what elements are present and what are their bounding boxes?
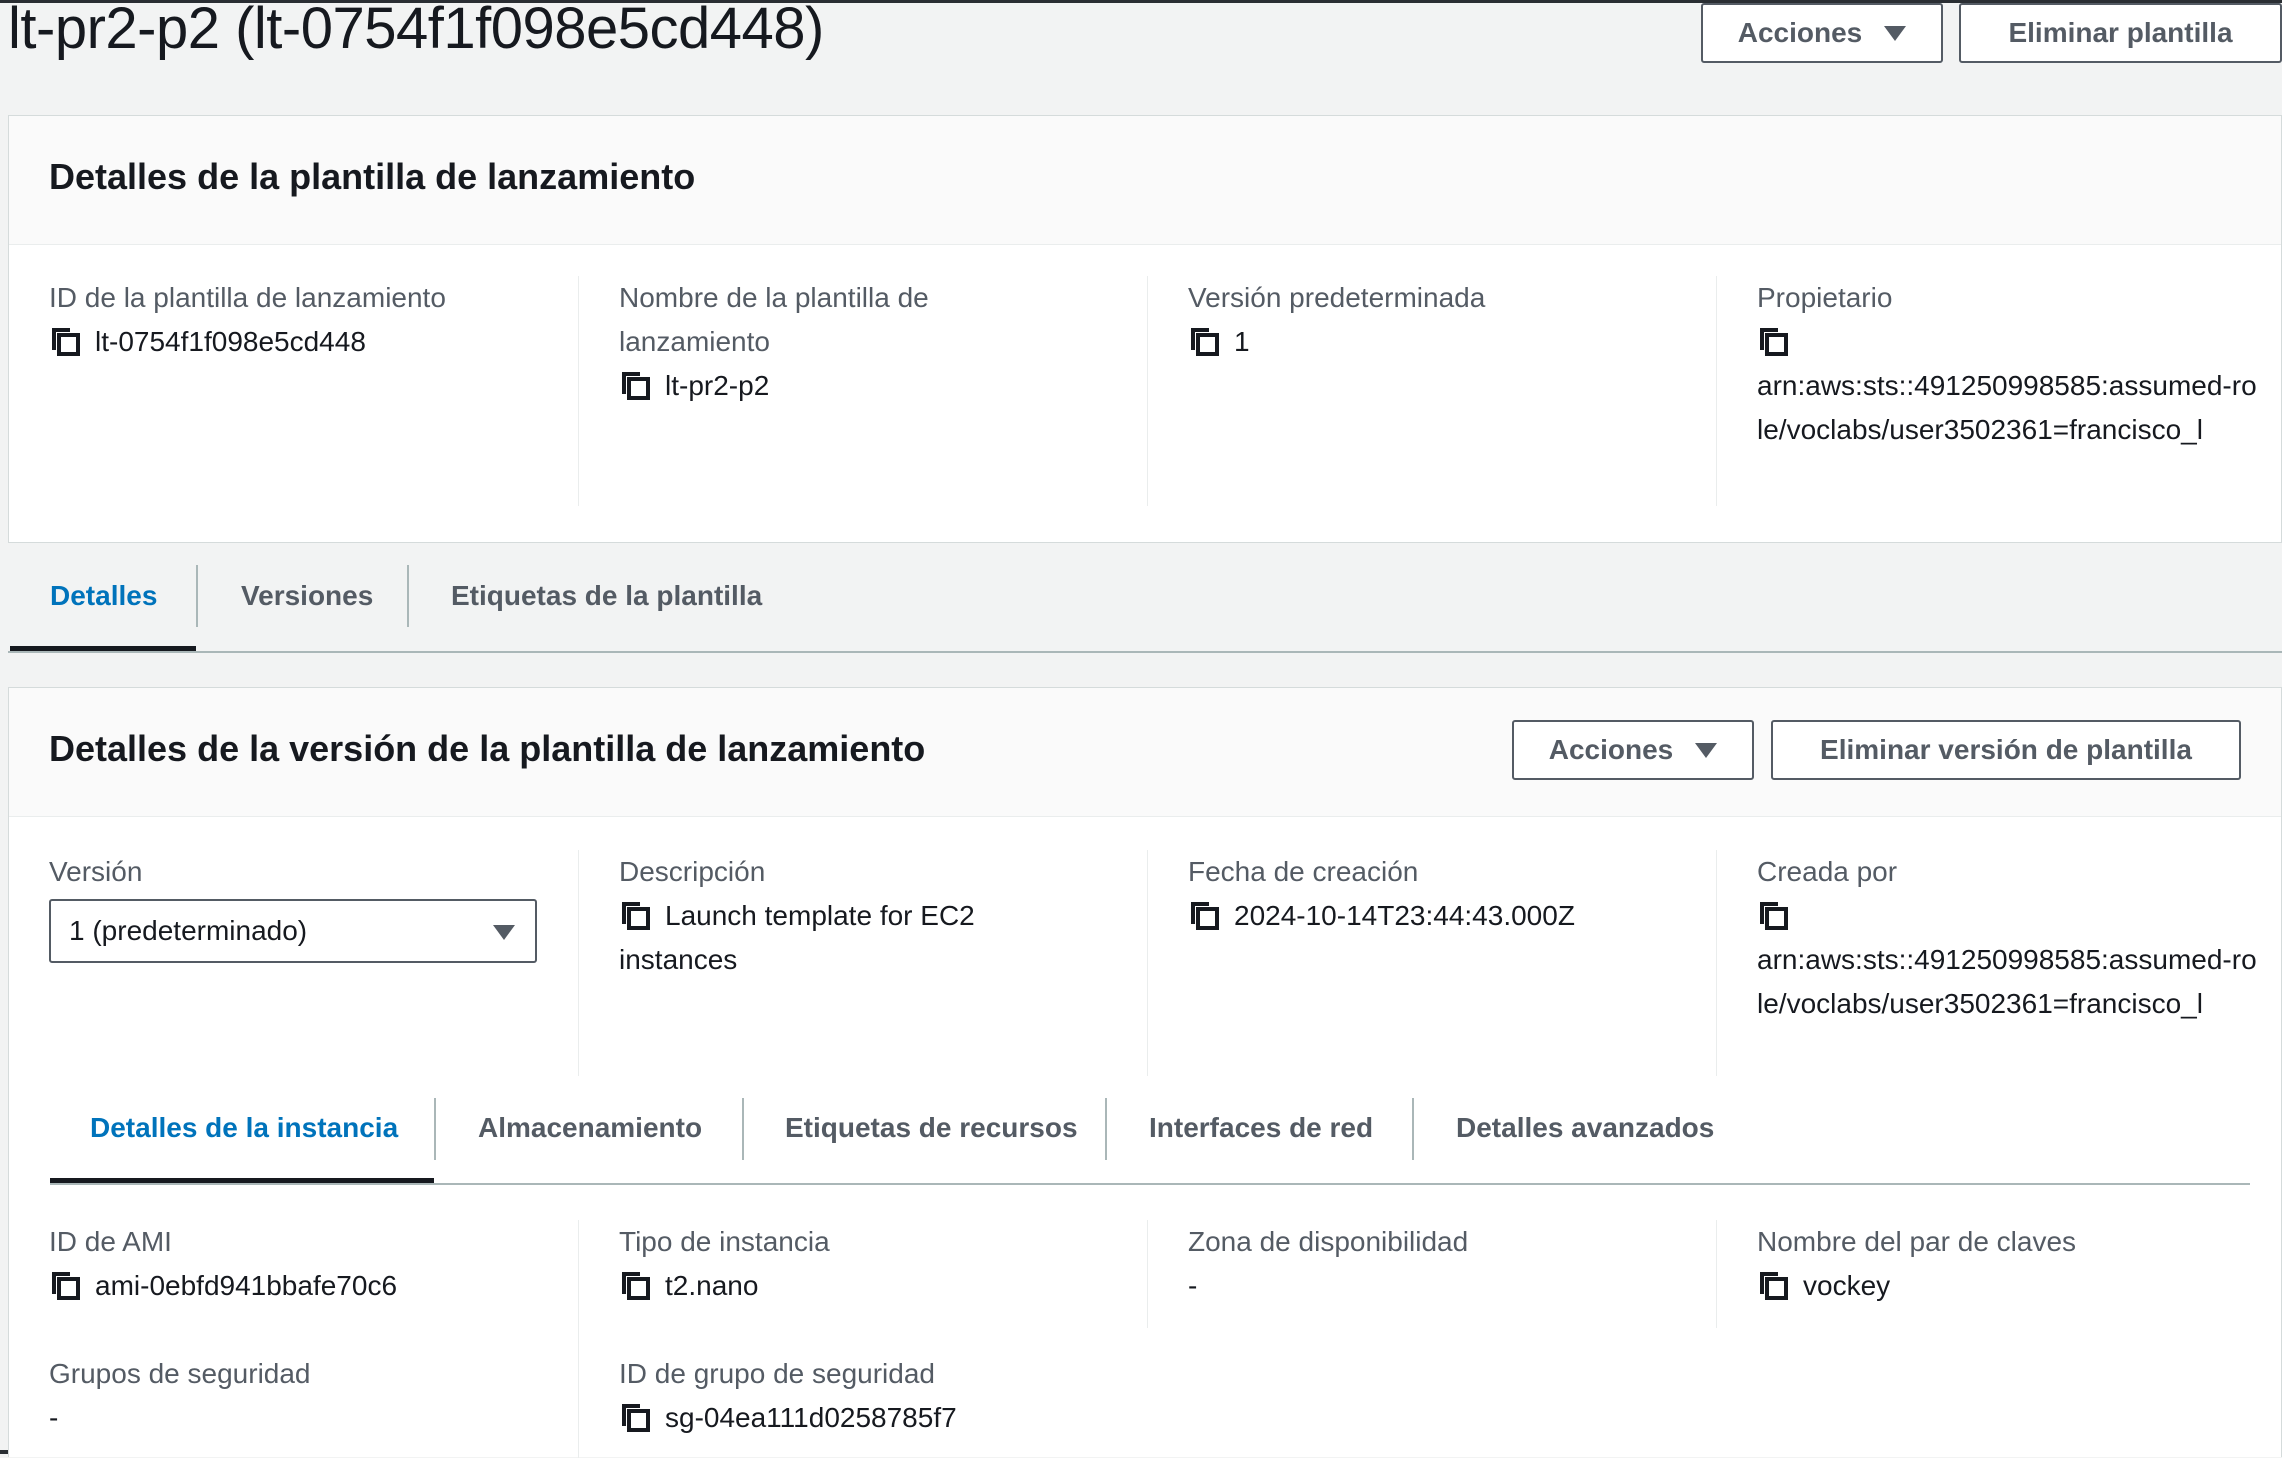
delete-version-label: Eliminar versión de plantilla [1820, 734, 2192, 765]
field-label: Propietario [1757, 282, 1893, 313]
copy-icon[interactable] [1188, 899, 1220, 931]
field-default-version: Versión predeterminada 1 [1188, 276, 1708, 364]
field-value: ami-0ebfd941bbafe70c6 [95, 1270, 398, 1301]
delete-template-button[interactable]: Eliminar plantilla [1959, 3, 2282, 63]
field-label: Grupos de seguridad [49, 1358, 311, 1389]
tab-etiquetas-plantilla[interactable]: Etiquetas de la plantilla [451, 580, 762, 612]
column-divider [1716, 850, 1717, 1076]
field-label: Zona de disponibilidad [1188, 1226, 1469, 1257]
field-instance-type: Tipo de instancia t2.nano [619, 1220, 1139, 1308]
page-title: lt-pr2-p2 (lt-0754f1f098e5cd448) [8, 0, 824, 61]
version-select[interactable]: 1 (predeterminado) [49, 899, 537, 963]
column-divider [1147, 1220, 1148, 1328]
version-details-panel: Detalles de la versión de la plantilla d… [8, 687, 2282, 1458]
actions-label: Acciones [1548, 734, 1674, 765]
field-security-groups: Grupos de seguridad - [49, 1352, 569, 1440]
tab-interfaces-red[interactable]: Interfaces de red [1149, 1112, 1373, 1144]
delete-template-label: Eliminar plantilla [2008, 17, 2233, 48]
field-value: t2.nano [665, 1270, 759, 1301]
caret-down-icon [493, 925, 515, 940]
field-label: Creada por [1757, 856, 1898, 887]
field-value: 2024-10-14T23:44:43.000Z [1234, 900, 1575, 931]
version-actions-dropdown-button[interactable]: Acciones [1512, 720, 1754, 780]
field-value: lt-pr2-p2 [665, 370, 770, 401]
field-value: - [1188, 1270, 1198, 1301]
column-divider [578, 276, 579, 506]
column-divider [1147, 850, 1148, 1076]
tabs-baseline [8, 651, 2282, 653]
field-owner: Propietario arn:aws:sts::491250998585:as… [1757, 276, 2257, 452]
tab-separator [1412, 1098, 1414, 1160]
tab-separator [407, 565, 409, 627]
delete-version-button[interactable]: Eliminar versión de plantilla [1771, 720, 2241, 780]
copy-icon[interactable] [1757, 1269, 1789, 1301]
field-value: sg-04ea111d0258785f7 [665, 1402, 957, 1433]
field-value: 1 [1234, 326, 1250, 357]
caret-down-icon [1884, 25, 1907, 41]
field-creation-date: Fecha de creación 2024-10-14T23:44:43.00… [1188, 850, 1708, 938]
tab-detalles[interactable]: Detalles [50, 580, 157, 612]
copy-icon[interactable] [1757, 325, 1789, 357]
field-label: Nombre del par de claves [1757, 1226, 2077, 1257]
field-label: ID de grupo de seguridad [619, 1358, 935, 1389]
copy-icon[interactable] [619, 1269, 651, 1301]
field-template-name: Nombre de la plantilla de lanzamiento lt… [619, 276, 1009, 408]
field-value: - [49, 1402, 59, 1433]
tab-detalles-avanzados[interactable]: Detalles avanzados [1456, 1112, 1714, 1144]
copy-icon[interactable] [1188, 325, 1220, 357]
copy-icon[interactable] [49, 325, 81, 357]
field-availability-zone: Zona de disponibilidad - [1188, 1220, 1708, 1308]
field-label: Descripción [619, 856, 766, 887]
tab-separator [742, 1098, 744, 1160]
copy-icon[interactable] [619, 1401, 651, 1433]
field-value: arn:aws:sts::491250998585:assumed-role/v… [1757, 370, 2257, 445]
actions-label: Acciones [1737, 17, 1863, 48]
copy-icon[interactable] [1757, 899, 1789, 931]
tab-separator [1105, 1098, 1107, 1160]
field-key-pair: Nombre del par de claves vockey [1757, 1220, 2277, 1308]
tab-separator [196, 565, 198, 627]
tab-almacenamiento[interactable]: Almacenamiento [478, 1112, 702, 1144]
field-template-id: ID de la plantilla de lanzamiento lt-075… [49, 276, 569, 364]
field-created-by: Creada por arn:aws:sts::491250998585:ass… [1757, 850, 2257, 1026]
field-label: Nombre de la plantilla de lanzamiento [619, 282, 929, 357]
field-security-group-id: ID de grupo de seguridad sg-04ea111d0258… [619, 1352, 1139, 1440]
actions-dropdown-button[interactable]: Acciones [1701, 3, 1943, 63]
field-label: ID de la plantilla de lanzamiento [49, 282, 446, 313]
field-value: lt-0754f1f098e5cd448 [95, 326, 366, 357]
column-divider [578, 1220, 579, 1458]
panel-header: Detalles de la plantilla de lanzamiento [9, 116, 2281, 245]
field-version: Versión [49, 850, 569, 894]
caret-down-icon [1695, 742, 1718, 758]
field-description: Descripción Launch template for EC2 inst… [619, 850, 1009, 982]
tab-versiones[interactable]: Versiones [241, 580, 373, 612]
panel-title: Detalles de la versión de la plantilla d… [49, 728, 926, 769]
field-label: Versión predeterminada [1188, 282, 1486, 313]
tab-separator [434, 1098, 436, 1160]
subtabs-baseline [50, 1183, 2250, 1185]
copy-icon[interactable] [619, 369, 651, 401]
field-label: Tipo de instancia [619, 1226, 830, 1257]
copy-icon[interactable] [619, 899, 651, 931]
field-value: vockey [1803, 1270, 1891, 1301]
panel-title: Detalles de la plantilla de lanzamiento [49, 156, 696, 197]
field-label: Versión [49, 856, 143, 887]
column-divider [1716, 276, 1717, 506]
field-value: Launch template for EC2 instances [619, 900, 975, 975]
column-divider [1716, 1220, 1717, 1328]
copy-icon[interactable] [49, 1269, 81, 1301]
column-divider [578, 850, 579, 1076]
tab-detalles-instancia[interactable]: Detalles de la instancia [90, 1112, 398, 1144]
version-select-value: 1 (predeterminado) [69, 915, 308, 946]
template-details-panel: Detalles de la plantilla de lanzamiento … [8, 115, 2282, 543]
field-ami-id: ID de AMI ami-0ebfd941bbafe70c6 [49, 1220, 569, 1308]
tab-etiquetas-recursos[interactable]: Etiquetas de recursos [785, 1112, 1078, 1144]
field-label: Fecha de creación [1188, 856, 1419, 887]
field-label: ID de AMI [49, 1226, 172, 1257]
field-value: arn:aws:sts::491250998585:assumed-role/v… [1757, 944, 2257, 1019]
column-divider [1147, 276, 1148, 506]
